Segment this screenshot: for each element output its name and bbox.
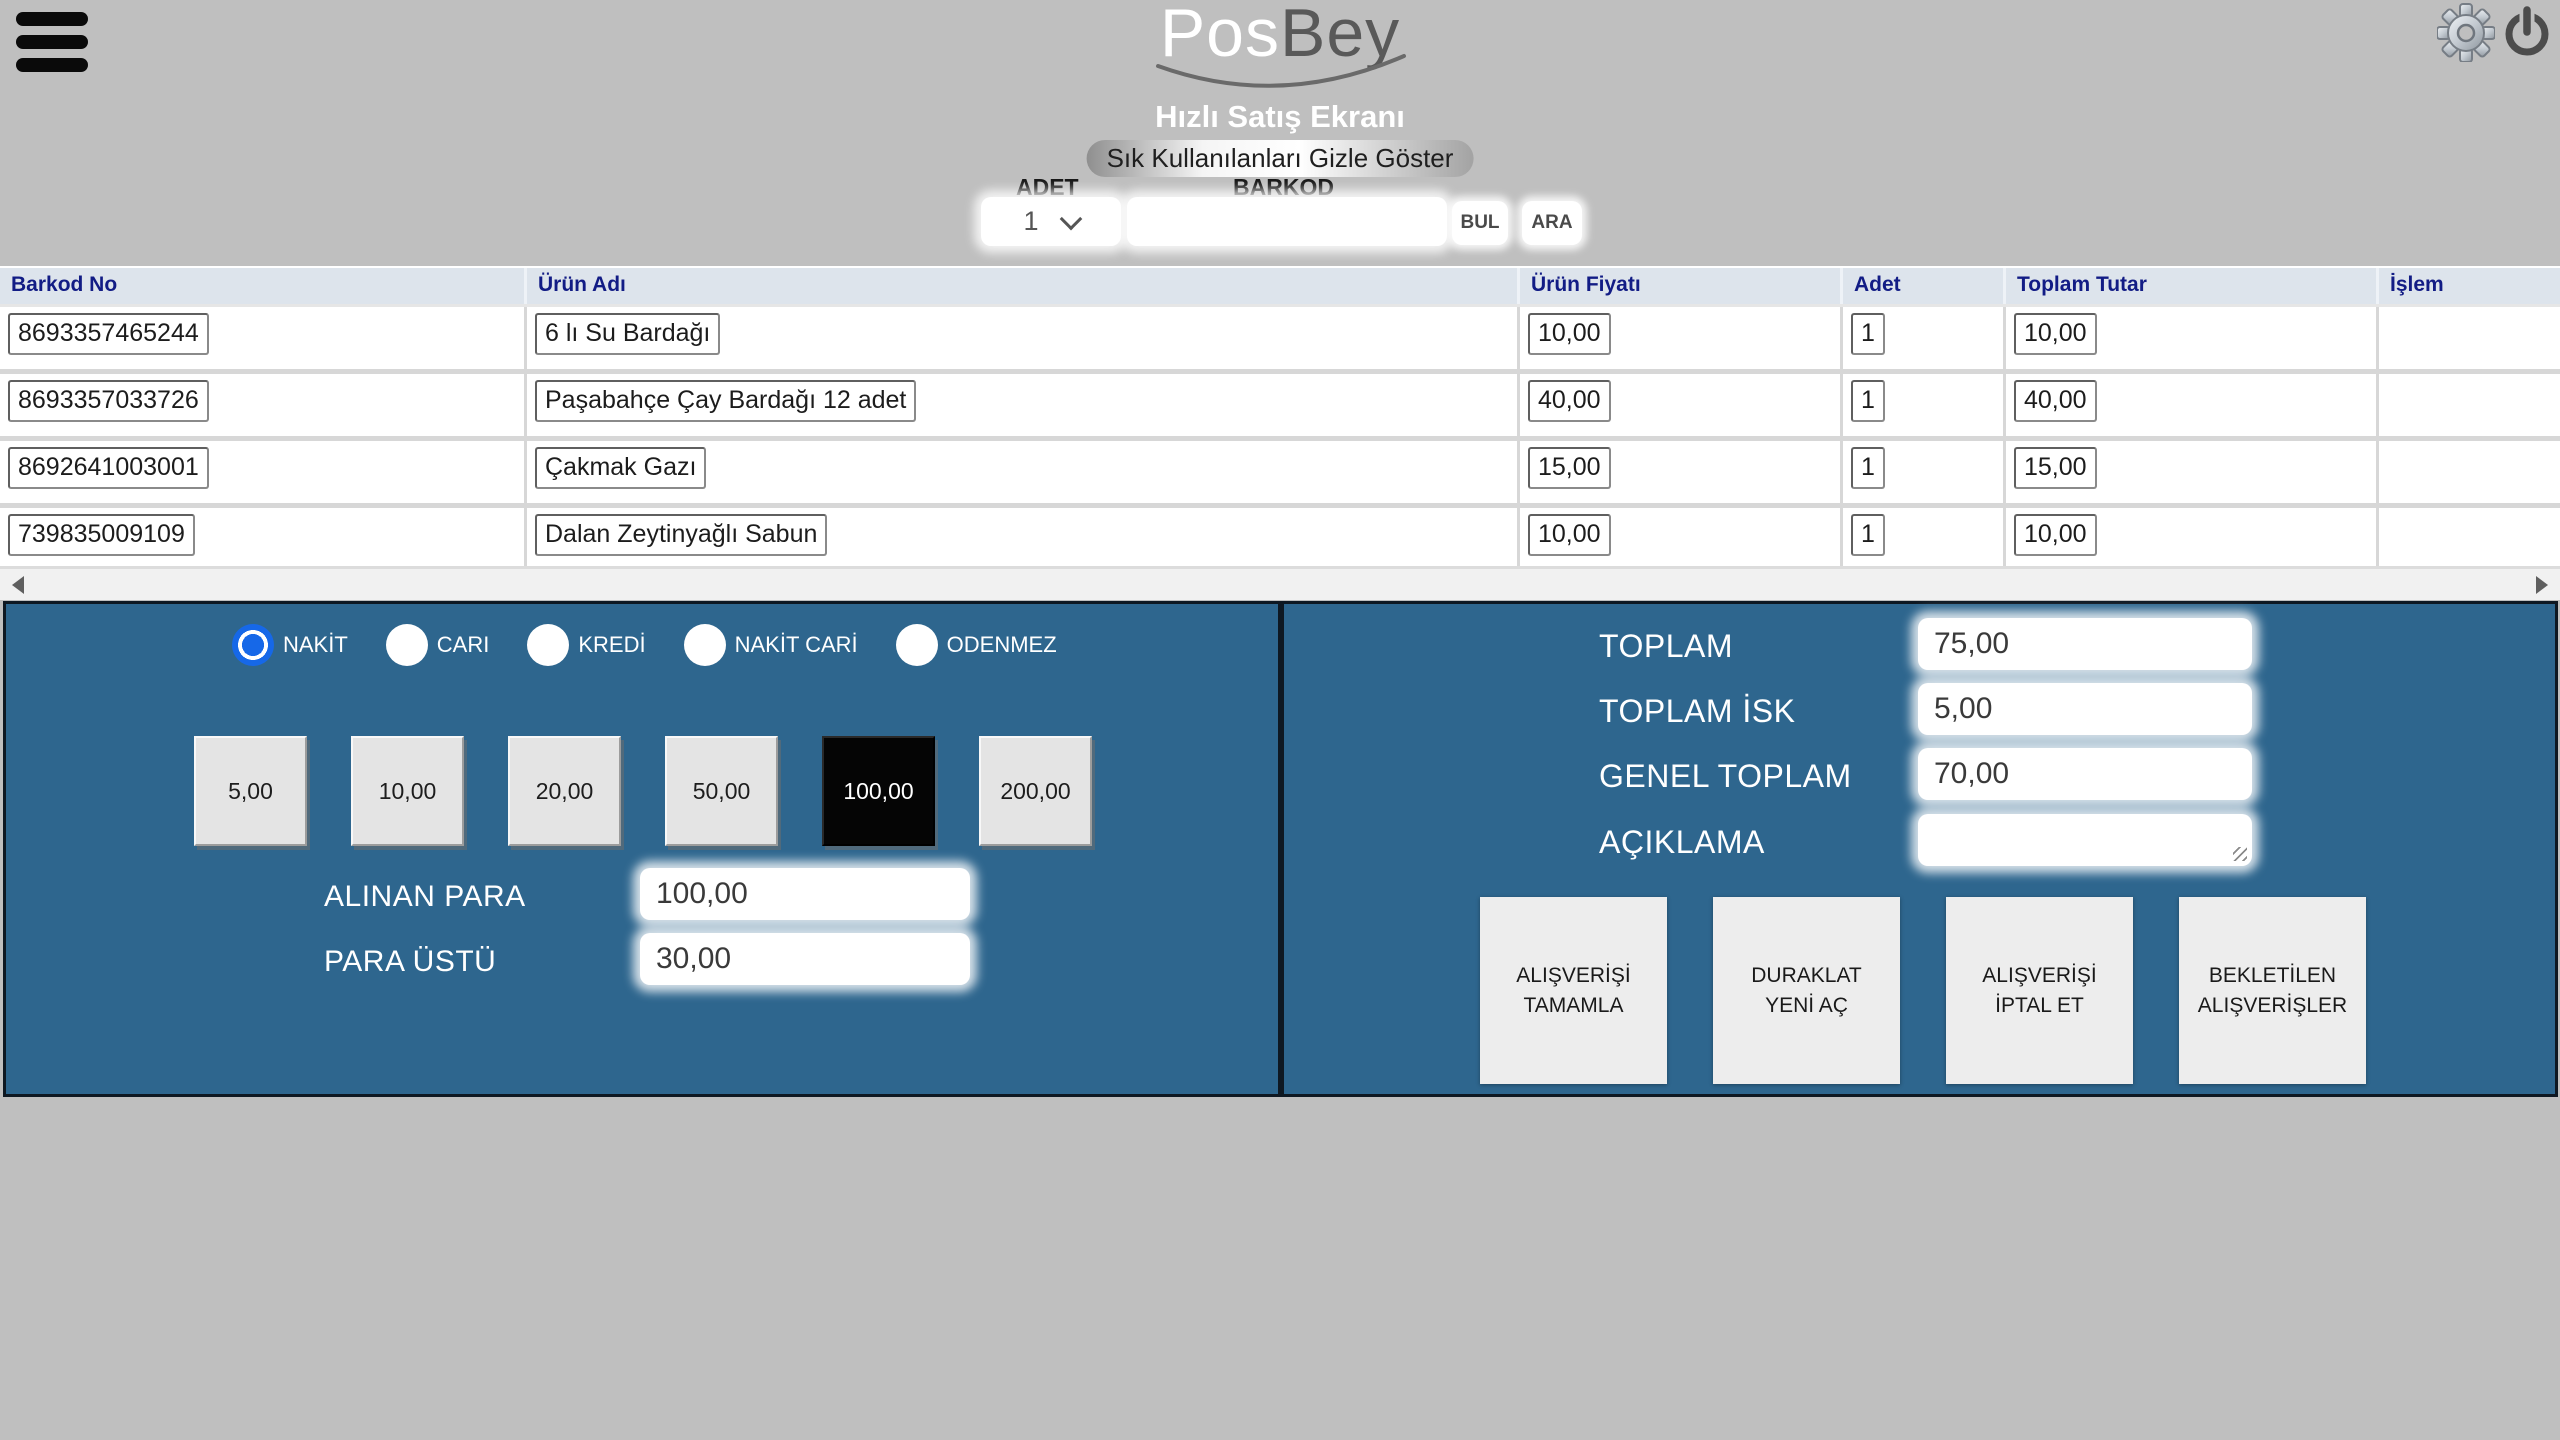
page-title: Hızlı Satış Ekranı [0,99,2560,135]
adet-input[interactable]: 1 [1851,380,1885,422]
denom-button-10[interactable]: 10,00 [351,736,464,846]
urun-fiyati-input[interactable]: 15,00 [1528,447,1611,489]
toplam-tutar-input[interactable]: 10,00 [2014,313,2097,355]
col-header-adet: Adet [1843,268,2006,304]
payment-option-nakit[interactable]: NAKİT [232,624,348,666]
payment-option-label: KREDİ [578,632,645,658]
adet-select[interactable]: 1 [981,197,1121,246]
urun-adi-input[interactable]: 6 lı Su Bardağı [535,313,720,355]
urun-adi-input[interactable]: Çakmak Gazı [535,447,706,489]
toplam-tutar-input[interactable]: 10,00 [2014,514,2097,556]
radio-icon [896,624,938,666]
urun-adi-input[interactable]: Dalan Zeytinyağlı Sabun [535,514,827,556]
para-ustu-input[interactable]: 30,00 [640,933,970,985]
table-header-row: Barkod No Ürün Adı Ürün Fiyatı Adet Topl… [0,268,2560,307]
denom-button-20[interactable]: 20,00 [508,736,621,846]
totals-panel: TOPLAM 75,00 TOPLAM İSK 5,00 GENEL TOPLA… [1281,601,2558,1097]
bul-button[interactable]: BUL [1452,201,1508,245]
toplam-isk-input[interactable]: 5,00 [1918,683,2252,735]
ara-button[interactable]: ARA [1522,201,1582,245]
adet-input[interactable]: 1 [1851,313,1885,355]
payment-option-label: CARI [437,632,490,658]
aciklama-label: AÇIKLAMA [1599,824,1765,861]
quick-sale-screen: PosBey Hızlı Satış Ekranı Sık Kullanılan… [0,0,2560,1440]
adet-select-value: 1 [1023,206,1038,237]
aciklama-textarea[interactable] [1918,814,2252,866]
duraklat-yeni-ac-button[interactable]: DURAKLAT YENİ AÇ [1713,897,1900,1084]
toplam-isk-label: TOPLAM İSK [1599,693,1795,730]
barkod-no-input[interactable]: 8693357465244 [8,313,209,355]
payment-methods: NAKİT CARI KREDİ NAKİT CARİ ODENMEZ [232,624,1057,666]
barkod-input[interactable] [1127,197,1447,246]
payment-option-label: NAKİT [283,632,348,658]
col-header-urun-adi: Ürün Adı [527,268,1520,304]
toplam-tutar-input[interactable]: 40,00 [2014,380,2097,422]
urun-fiyati-input[interactable]: 10,00 [1528,514,1611,556]
table-row: 8693357465244 6 lı Su Bardağı 10,00 1 10… [0,307,2560,374]
alisverisi-tamamla-button[interactable]: ALIŞVERİŞİ TAMAMLA [1480,897,1667,1084]
urun-fiyati-input[interactable]: 40,00 [1528,380,1611,422]
urun-fiyati-input[interactable]: 10,00 [1528,313,1611,355]
col-header-barkod-no: Barkod No [0,268,527,304]
genel-toplam-label: GENEL TOPLAM [1599,758,1852,795]
genel-toplam-input[interactable]: 70,00 [1918,748,2252,800]
barkod-no-input[interactable]: 8693357033726 [8,380,209,422]
barkod-no-input[interactable]: 739835009109 [8,514,195,556]
action-buttons: ALIŞVERİŞİ TAMAMLA DURAKLAT YENİ AÇ ALIŞ… [1480,897,2366,1084]
urun-adi-input[interactable]: Paşabahçe Çay Bardağı 12 adet [535,380,916,422]
payment-option-label: ODENMEZ [947,632,1057,658]
table-row: 739835009109 Dalan Zeytinyağlı Sabun 10,… [0,508,2560,575]
toplam-tutar-input[interactable]: 15,00 [2014,447,2097,489]
scroll-left-arrow-icon[interactable] [12,576,24,594]
para-ustu-label: PARA ÜSTÜ [324,945,496,979]
denomination-buttons: 5,00 10,00 20,00 50,00 100,00 200,00 [194,736,1092,846]
horizontal-scrollbar[interactable] [0,566,2560,600]
denom-button-100-selected[interactable]: 100,00 [822,736,935,846]
items-table: Barkod No Ürün Adı Ürün Fiyatı Adet Topl… [0,266,2560,575]
payment-option-nakit-cari[interactable]: NAKİT CARİ [684,624,858,666]
payment-option-label: NAKİT CARİ [735,632,858,658]
toplam-input[interactable]: 75,00 [1918,618,2252,670]
col-header-islem: İşlem [2379,268,2557,304]
radio-icon [684,624,726,666]
payment-option-odenmez[interactable]: ODENMEZ [896,624,1057,666]
adet-input[interactable]: 1 [1851,447,1885,489]
radio-icon [386,624,428,666]
denom-button-200[interactable]: 200,00 [979,736,1092,846]
chevron-down-icon [1059,207,1082,230]
bekletilen-alisverisler-button[interactable]: BEKLETİLEN ALIŞVERİŞLER [2179,897,2366,1084]
scroll-right-arrow-icon[interactable] [2536,576,2548,594]
favorites-toggle-button[interactable]: Sık Kullanılanları Gizle Göster [1087,140,1474,177]
payment-option-kredi[interactable]: KREDİ [527,624,645,666]
alinan-para-label: ALINAN PARA [324,880,526,914]
radio-icon [527,624,569,666]
denom-button-50[interactable]: 50,00 [665,736,778,846]
table-row: 8692641003001 Çakmak Gazı 15,00 1 15,00 [0,441,2560,508]
denom-button-5[interactable]: 5,00 [194,736,307,846]
payment-option-cari[interactable]: CARI [386,624,490,666]
col-header-urun-fiyati: Ürün Fiyatı [1520,268,1843,304]
toplam-label: TOPLAM [1599,628,1733,665]
adet-input[interactable]: 1 [1851,514,1885,556]
table-row: 8693357033726 Paşabahçe Çay Bardağı 12 a… [0,374,2560,441]
payment-panel: NAKİT CARI KREDİ NAKİT CARİ ODENMEZ 5,00… [3,601,1281,1097]
alisverisi-iptal-et-button[interactable]: ALIŞVERİŞİ İPTAL ET [1946,897,2133,1084]
col-header-toplam-tutar: Toplam Tutar [2006,268,2379,304]
radio-selected-icon [232,624,274,666]
alinan-para-input[interactable]: 100,00 [640,868,970,920]
barkod-no-input[interactable]: 8692641003001 [8,447,209,489]
